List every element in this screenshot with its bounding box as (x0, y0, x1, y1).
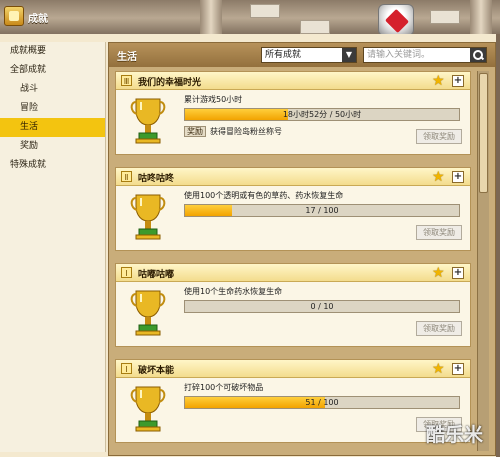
panel-header: 生活 所有成就 ▼ 请输入关键词。 (109, 43, 495, 67)
achievement-card: Ⅰ 破坏本能 ★ + 打碎100个可破坏物品 51 / 100 领取奖励 (115, 359, 471, 443)
reward-text: 获得冒险岛粉丝称号 (210, 127, 282, 136)
plus-icon[interactable]: + (452, 171, 464, 183)
progress-bar: 51 / 100 (184, 396, 460, 409)
panel-title: 生活 (117, 52, 137, 63)
achievement-card: Ⅲ 我们的幸福时光 ★ + 累计游戏50小时 18小时52分 / 50小时 奖励… (115, 71, 471, 155)
progress-bar: 0 / 10 (184, 300, 460, 313)
plus-icon[interactable]: + (452, 267, 464, 279)
window-edge (496, 34, 500, 457)
window-titlebar: 成就 (0, 0, 500, 34)
achievement-panel: 生活 所有成就 ▼ 请输入关键词。 Ⅲ 我们的幸福时光 ★ + 累计游戏50小时… (108, 42, 496, 456)
dropdown-arrow-icon[interactable]: ▼ (342, 48, 356, 62)
plus-icon[interactable]: + (452, 363, 464, 375)
achievement-description: 使用100个透明或有色的草药、药水恢复生命 (184, 191, 344, 200)
sidebar-item-combat[interactable]: 战斗 (0, 80, 105, 99)
card-header: Ⅰ 咕嘟咕嘟 ★ + (116, 264, 470, 282)
claim-reward-button[interactable]: 领取奖励 (416, 321, 462, 336)
tier-flag-icon: Ⅰ (121, 267, 132, 278)
sidebar-item-overview[interactable]: 成就概要 (0, 42, 105, 61)
sidebar-item-special[interactable]: 特殊成就 (0, 156, 105, 175)
plus-icon[interactable]: + (452, 75, 464, 87)
list-scrollbar[interactable] (477, 71, 489, 451)
trophy-icon (130, 290, 166, 336)
progress-text: 0 / 10 (310, 302, 334, 311)
achievement-description: 使用10个生命药水恢复生命 (184, 287, 283, 296)
reward-tag: 奖励 (184, 126, 206, 137)
achievement-title: 咕咚咕咚 (138, 174, 175, 184)
achievement-card: Ⅰ 咕嘟咕嘟 ★ + 使用10个生命药水恢复生命 0 / 10 领取奖励 (115, 263, 471, 347)
tier-flag-icon: Ⅱ (121, 171, 132, 182)
card-header: Ⅱ 咕咚咕咚 ★ + (116, 168, 470, 186)
progress-text: 17 / 100 (305, 206, 339, 215)
search-icon[interactable] (470, 48, 486, 62)
star-icon[interactable]: ★ (432, 169, 445, 185)
star-icon[interactable]: ★ (432, 265, 445, 281)
search-input[interactable]: 请输入关键词。 (363, 47, 487, 63)
achievement-card: Ⅱ 咕咚咕咚 ★ + 使用100个透明或有色的草药、药水恢复生命 17 / 10… (115, 167, 471, 251)
achievement-description: 累计游戏50小时 (184, 95, 243, 104)
trophy-icon (130, 194, 166, 240)
trophy-icon (130, 98, 166, 144)
progress-bar: 18小时52分 / 50小时 (184, 108, 460, 121)
achievement-title: 咕嘟咕嘟 (138, 270, 175, 280)
progress-text: 18小时52分 / 50小时 (282, 110, 362, 119)
sidebar-item-reward[interactable]: 奖励 (0, 137, 105, 156)
watermark-logo: 酷乐米 (426, 424, 484, 446)
card-header: Ⅲ 我们的幸福时光 ★ + (116, 72, 470, 90)
claim-reward-button[interactable]: 领取奖励 (416, 225, 462, 240)
star-icon[interactable]: ★ (432, 361, 445, 377)
star-icon[interactable]: ★ (432, 73, 445, 89)
achievement-title: 破坏本能 (138, 366, 175, 376)
achievement-description: 打碎100个可破坏物品 (184, 383, 264, 392)
achievement-list: Ⅲ 我们的幸福时光 ★ + 累计游戏50小时 18小时52分 / 50小时 奖励… (115, 71, 471, 455)
achievement-window: 成就概要 全部成就 战斗 冒险 生活 奖励 特殊成就 生活 所有成就 ▼ 请输入… (0, 34, 500, 457)
progress-text: 51 / 100 (305, 398, 339, 407)
search-placeholder: 请输入关键词。 (367, 50, 431, 60)
achievement-title: 我们的幸福时光 (138, 78, 202, 88)
filter-dropdown[interactable]: 所有成就 ▼ (261, 47, 357, 63)
tier-flag-icon: Ⅰ (121, 363, 132, 374)
claim-reward-button[interactable]: 领取奖励 (416, 129, 462, 144)
progress-bar: 17 / 100 (184, 204, 460, 217)
sidebar-item-all[interactable]: 全部成就 (0, 61, 105, 80)
trophy-icon (130, 386, 166, 432)
sidebar-item-life[interactable]: 生活 (0, 118, 105, 137)
sidebar: 成就概要 全部成就 战斗 冒险 生活 奖励 特殊成就 (0, 42, 106, 452)
scrollbar-thumb[interactable] (479, 73, 488, 193)
filter-value: 所有成就 (265, 50, 302, 60)
tier-flag-icon: Ⅲ (121, 75, 132, 86)
window-title: 成就 (28, 14, 48, 25)
card-header: Ⅰ 破坏本能 ★ + (116, 360, 470, 378)
sidebar-item-adventure[interactable]: 冒险 (0, 99, 105, 118)
achievement-title-icon (4, 6, 24, 26)
